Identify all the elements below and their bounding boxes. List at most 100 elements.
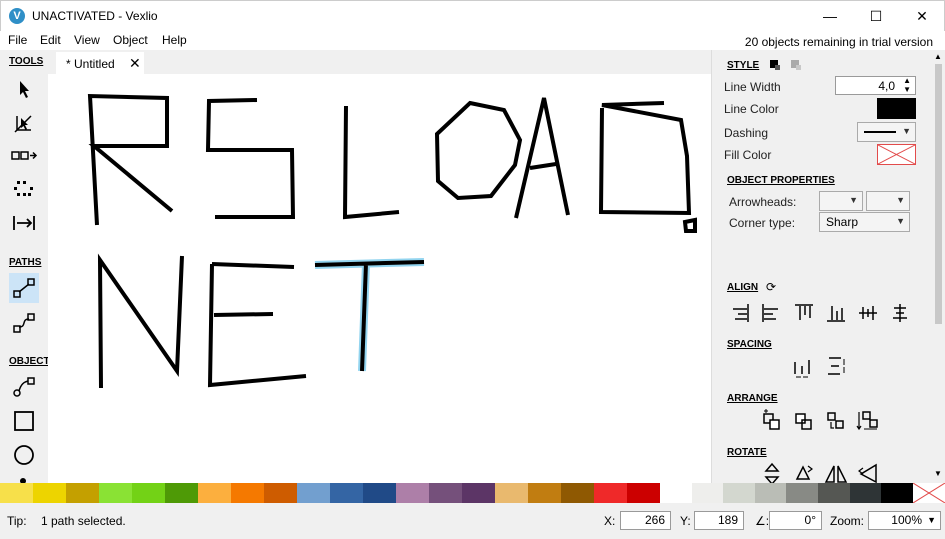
palette-swatch[interactable] (627, 483, 660, 503)
measure-tool-icon[interactable] (9, 208, 39, 238)
x-coordinate-input[interactable]: 266 (620, 511, 671, 530)
minimize-button[interactable]: — (807, 1, 853, 31)
line-color-swatch[interactable] (877, 98, 916, 119)
zoom-combo[interactable]: 100% ▼ (868, 511, 941, 530)
path-letter-e (207, 262, 307, 388)
vexlio-logo-icon: V (9, 8, 25, 24)
palette-swatch[interactable] (396, 483, 429, 503)
path-letter-5 (205, 98, 296, 219)
properties-panel: STYLE Line Width 4,0 ▲ ▼ Line Color Dashi… (711, 50, 945, 486)
palette-swatch[interactable] (330, 483, 363, 503)
palette-swatch[interactable] (594, 483, 627, 503)
palette-swatch[interactable] (528, 483, 561, 503)
dashing-dropdown[interactable]: ▼ (857, 122, 916, 142)
fill-style-icon[interactable] (790, 59, 802, 74)
align-reference-icon[interactable]: ⟳ (766, 280, 776, 294)
palette-swatch[interactable] (561, 483, 594, 503)
no-color-swatch[interactable] (912, 482, 945, 504)
palette-swatch[interactable] (660, 483, 692, 503)
drawing-canvas[interactable] (48, 74, 711, 483)
menu-edit[interactable]: Edit (40, 33, 61, 47)
connector-tool-icon[interactable] (9, 372, 39, 402)
send-to-back-icon[interactable] (855, 408, 881, 434)
palette-swatch[interactable] (231, 483, 264, 503)
palette-swatch[interactable] (198, 483, 231, 503)
path-letter-n (97, 253, 184, 389)
path-letter-l (342, 105, 400, 220)
path-letter-a (514, 97, 570, 219)
menu-object[interactable]: Object (113, 33, 148, 47)
palette-swatch[interactable] (691, 483, 724, 503)
palette-swatch[interactable] (786, 483, 819, 503)
palette-swatch[interactable] (818, 483, 850, 503)
ellipse-tool-icon[interactable] (9, 440, 39, 470)
palette-swatch[interactable] (754, 483, 787, 503)
bring-to-front-icon[interactable] (759, 408, 785, 434)
palette-swatch[interactable] (0, 483, 33, 503)
align-middle-icon[interactable] (855, 300, 881, 326)
line-width-input[interactable]: 4,0 ▲ ▼ (835, 76, 916, 95)
palette-swatch[interactable] (165, 483, 198, 503)
lasso-select-tool-icon[interactable] (9, 174, 39, 204)
palette-swatch[interactable] (33, 483, 66, 503)
menu-view[interactable]: View (74, 33, 100, 47)
palette-swatch[interactable] (264, 483, 297, 503)
arrowhead-start-dropdown[interactable]: ▼ (819, 191, 863, 211)
align-center-icon[interactable] (887, 300, 913, 326)
selection-glow (314, 258, 425, 372)
palette-swatch[interactable] (723, 483, 756, 503)
close-window-button[interactable]: ✕ (899, 1, 945, 31)
rectangle-tool-icon[interactable] (9, 406, 39, 436)
y-coordinate-input[interactable]: 189 (694, 511, 744, 530)
spacing-section-title: SPACING (727, 339, 772, 350)
palette-swatch[interactable] (99, 483, 132, 503)
scroll-down-icon[interactable]: ▼ (934, 469, 942, 478)
space-horizontal-icon[interactable] (791, 354, 817, 380)
line-path-tool-icon[interactable] (9, 273, 39, 303)
menu-help[interactable]: Help (162, 33, 187, 47)
close-tab-icon[interactable]: ✕ (129, 55, 141, 72)
node-select-tool-icon[interactable] (9, 108, 39, 138)
palette-swatch[interactable] (132, 483, 165, 503)
align-bottom-icon[interactable] (823, 300, 849, 326)
align-left-icon[interactable] (758, 300, 784, 326)
arrowheads-label: Arrowheads: (729, 195, 797, 209)
style-section-title: STYLE (727, 60, 760, 71)
line-style-icon[interactable] (769, 59, 781, 74)
maximize-button[interactable]: ☐ (853, 1, 899, 31)
trial-notice: 20 objects remaining in trial version (744, 35, 933, 49)
object-properties-title: OBJECT PROPERTIES (727, 175, 835, 186)
curve-path-tool-icon[interactable] (9, 308, 39, 338)
line-width-spinner-icon[interactable]: ▲ ▼ (903, 76, 911, 94)
palette-swatch[interactable] (495, 483, 528, 503)
space-vertical-icon[interactable] (823, 354, 849, 380)
angle-label: ∠: (755, 514, 770, 528)
menu-file[interactable]: File (8, 33, 27, 47)
palette-swatch[interactable] (66, 483, 99, 503)
angle-input[interactable]: 0° (769, 511, 822, 530)
select-tool-icon[interactable] (9, 74, 39, 104)
palette-swatch[interactable] (849, 483, 882, 503)
window-title: UNACTIVATED - Vexlio (32, 9, 158, 23)
arrowhead-end-dropdown[interactable]: ▼ (866, 191, 910, 211)
arrange-section-title: ARRANGE (727, 393, 778, 404)
scroll-up-icon[interactable]: ▲ (934, 52, 942, 61)
tab-untitled[interactable]: * Untitled ✕ (56, 52, 144, 74)
palette-swatch[interactable] (297, 483, 330, 503)
align-right-icon[interactable] (727, 300, 753, 326)
group-select-tool-icon[interactable] (9, 141, 39, 171)
send-backward-icon[interactable] (823, 408, 849, 434)
palette-swatch[interactable] (881, 483, 914, 503)
scrollbar-thumb[interactable] (935, 64, 942, 324)
fill-color-none-swatch[interactable] (877, 144, 916, 165)
palette-swatch[interactable] (429, 483, 462, 503)
corner-type-dropdown[interactable]: Sharp ▼ (819, 212, 910, 232)
palette-swatch[interactable] (363, 483, 396, 503)
align-top-icon[interactable] (791, 300, 817, 326)
line-width-value: 4,0 (878, 79, 895, 93)
palette-swatch[interactable] (462, 483, 495, 503)
zoom-chevron-down-icon: ▼ (927, 515, 936, 525)
path-letter-o (434, 100, 523, 201)
panel-scrollbar[interactable]: ▲ ▼ (932, 50, 945, 483)
bring-forward-icon[interactable] (791, 408, 817, 434)
